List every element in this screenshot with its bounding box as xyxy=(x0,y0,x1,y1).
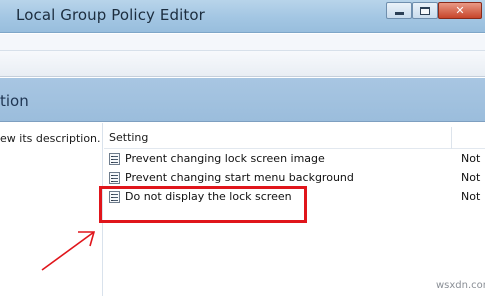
setting-state: Not xyxy=(461,190,481,203)
setting-state: Not xyxy=(461,152,481,165)
menu-bar xyxy=(0,34,485,51)
annotation-arrow-icon xyxy=(41,231,96,271)
policy-setting-icon xyxy=(109,172,120,184)
policy-setting-icon xyxy=(109,153,120,165)
toolbar xyxy=(0,51,485,77)
maximize-button[interactable] xyxy=(412,2,438,19)
setting-label: Prevent changing start menu background xyxy=(125,171,354,184)
section-header: tion xyxy=(0,78,485,122)
section-header-text: tion xyxy=(0,92,29,110)
setting-state: Not xyxy=(461,171,481,184)
minimize-icon xyxy=(394,12,404,15)
description-text: ew its description. xyxy=(0,132,101,145)
setting-label: Prevent changing lock screen image xyxy=(125,152,325,165)
title-bar: Local Group Policy Editor ✕ xyxy=(0,0,485,33)
column-header-label: Setting xyxy=(109,131,149,144)
close-button[interactable]: ✕ xyxy=(438,2,482,19)
highlight-box xyxy=(99,186,307,223)
column-divider[interactable] xyxy=(451,127,452,149)
window-title: Local Group Policy Editor xyxy=(16,6,205,24)
minimize-button[interactable] xyxy=(386,2,412,19)
maximize-icon xyxy=(420,6,430,15)
column-header-setting[interactable]: Setting xyxy=(104,127,485,149)
close-icon: ✕ xyxy=(455,4,465,17)
setting-row[interactable]: Prevent changing lock screen image Not xyxy=(104,150,485,169)
watermark-text: wsxdn.com xyxy=(436,280,485,291)
